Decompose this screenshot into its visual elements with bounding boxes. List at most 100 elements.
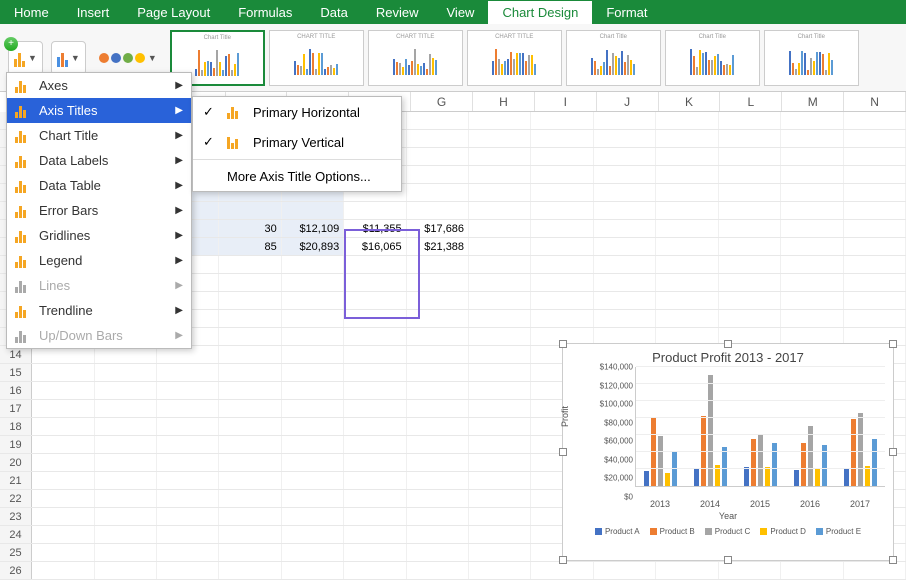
cell-H[interactable] xyxy=(469,220,531,237)
cell-D16[interactable] xyxy=(219,382,281,399)
cell-E18[interactable] xyxy=(282,418,344,435)
cell-G[interactable] xyxy=(407,274,469,291)
cell-J[interactable] xyxy=(594,292,656,309)
menu-item-axis-titles[interactable]: Axis Titles▶ xyxy=(7,98,191,123)
cell-M[interactable] xyxy=(781,184,843,201)
cell-I[interactable] xyxy=(531,148,593,165)
cell-K[interactable] xyxy=(656,238,718,255)
cell-C21[interactable] xyxy=(157,472,219,489)
cell-E21[interactable] xyxy=(282,472,344,489)
cell-H[interactable] xyxy=(469,130,531,147)
col-header-M[interactable]: M xyxy=(782,92,844,111)
cell-H[interactable] xyxy=(469,292,531,309)
cell-A22[interactable] xyxy=(32,490,94,507)
cell-D24[interactable] xyxy=(219,526,281,543)
cell-N[interactable] xyxy=(844,256,906,273)
cell-B24[interactable] xyxy=(95,526,157,543)
cell-N[interactable] xyxy=(844,310,906,327)
cell-H25[interactable] xyxy=(469,544,531,561)
cell-H17[interactable] xyxy=(469,400,531,417)
menu-item-trendline[interactable]: Trendline▶ xyxy=(7,298,191,323)
cell-D[interactable] xyxy=(219,310,281,327)
cell-H[interactable] xyxy=(469,310,531,327)
cell-E[interactable]: $12,109 xyxy=(282,220,344,237)
cell-A24[interactable] xyxy=(32,526,94,543)
cell-E13[interactable] xyxy=(282,328,344,345)
cell-J[interactable] xyxy=(594,238,656,255)
cell-F19[interactable] xyxy=(344,436,406,453)
menu-item-axes[interactable]: Axes▶ xyxy=(7,73,191,98)
cell-B18[interactable] xyxy=(95,418,157,435)
cell-G21[interactable] xyxy=(407,472,469,489)
cell-E[interactable] xyxy=(282,310,344,327)
cell-F25[interactable] xyxy=(344,544,406,561)
add-chart-element-button[interactable]: + ▼ xyxy=(8,41,43,75)
ribbon-tab-review[interactable]: Review xyxy=(362,1,433,24)
cell-D[interactable] xyxy=(219,274,281,291)
cell-I[interactable] xyxy=(531,112,593,129)
cell-F21[interactable] xyxy=(344,472,406,489)
cell-N[interactable] xyxy=(844,202,906,219)
cell-N[interactable] xyxy=(844,238,906,255)
cell-N[interactable] xyxy=(844,112,906,129)
cell-K[interactable] xyxy=(656,220,718,237)
cell-D14[interactable] xyxy=(219,346,281,363)
cell-G[interactable] xyxy=(407,184,469,201)
cell-E[interactable]: $20,893 xyxy=(282,238,344,255)
cell-D17[interactable] xyxy=(219,400,281,417)
ribbon-tab-formulas[interactable]: Formulas xyxy=(224,1,306,24)
cell-J[interactable] xyxy=(594,274,656,291)
cell-D[interactable] xyxy=(219,256,281,273)
col-header-K[interactable]: K xyxy=(659,92,721,111)
cell-E16[interactable] xyxy=(282,382,344,399)
cell-J[interactable] xyxy=(594,148,656,165)
cell-J[interactable] xyxy=(594,310,656,327)
row-header-23[interactable]: 23 xyxy=(0,508,32,525)
cell-G14[interactable] xyxy=(407,346,469,363)
cell-N[interactable] xyxy=(844,274,906,291)
cell-M[interactable] xyxy=(781,202,843,219)
cell-M[interactable] xyxy=(781,148,843,165)
ribbon-tab-insert[interactable]: Insert xyxy=(63,1,124,24)
cell-C20[interactable] xyxy=(157,454,219,471)
cell-F[interactable] xyxy=(344,256,406,273)
cell-F18[interactable] xyxy=(344,418,406,435)
cell-B22[interactable] xyxy=(95,490,157,507)
cell-I[interactable] xyxy=(531,130,593,147)
cell-H[interactable] xyxy=(469,274,531,291)
cell-K[interactable] xyxy=(656,184,718,201)
cell-H23[interactable] xyxy=(469,508,531,525)
cell-N[interactable] xyxy=(844,184,906,201)
cell-B25[interactable] xyxy=(95,544,157,561)
cell-D15[interactable] xyxy=(219,364,281,381)
cell-G[interactable] xyxy=(407,202,469,219)
row-header-15[interactable]: 15 xyxy=(0,364,32,381)
cell-D13[interactable] xyxy=(219,328,281,345)
cell-C15[interactable] xyxy=(157,364,219,381)
cell-G[interactable] xyxy=(407,256,469,273)
cell-N[interactable] xyxy=(844,292,906,309)
cell-D18[interactable] xyxy=(219,418,281,435)
cell-G17[interactable] xyxy=(407,400,469,417)
col-header-I[interactable]: I xyxy=(535,92,597,111)
cell-H21[interactable] xyxy=(469,472,531,489)
cell-G[interactable] xyxy=(407,292,469,309)
cell-M[interactable] xyxy=(781,274,843,291)
row-header-16[interactable]: 16 xyxy=(0,382,32,399)
chart-legend[interactable]: Product AProduct BProduct CProduct DProd… xyxy=(563,523,893,540)
cell-I[interactable] xyxy=(531,256,593,273)
cell-A17[interactable] xyxy=(32,400,94,417)
cell-H19[interactable] xyxy=(469,436,531,453)
cell-E24[interactable] xyxy=(282,526,344,543)
menu-item-data-table[interactable]: Data Table▶ xyxy=(7,173,191,198)
cell-L[interactable] xyxy=(719,184,781,201)
cell-C24[interactable] xyxy=(157,526,219,543)
cell-G[interactable] xyxy=(407,148,469,165)
cell-G[interactable]: $21,388 xyxy=(407,238,469,255)
cell-G18[interactable] xyxy=(407,418,469,435)
cell-D21[interactable] xyxy=(219,472,281,489)
row-header-21[interactable]: 21 xyxy=(0,472,32,489)
row-header-19[interactable]: 19 xyxy=(0,436,32,453)
ribbon-tab-chart-design[interactable]: Chart Design xyxy=(488,1,592,24)
cell-J[interactable] xyxy=(594,202,656,219)
